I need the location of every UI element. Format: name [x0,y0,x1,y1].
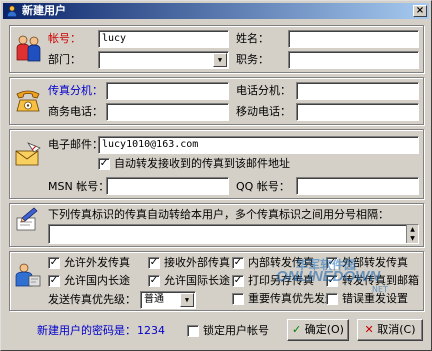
email-field[interactable]: lucy1010@163.com [98,136,419,154]
ok-button-label: 确定(O) [304,323,344,336]
telephone-icon [16,90,40,112]
lock-account-label: 锁定用户帐号 [203,324,269,337]
qq-field[interactable] [296,177,419,195]
password-value: 1234 [137,324,165,337]
account-field[interactable]: lucy [98,30,229,48]
priority-value: 普通 [144,294,164,305]
cancel-button[interactable]: ✕ 取消(C) [357,319,423,341]
error-resend-checkbox[interactable] [326,293,338,305]
pencil-icon [16,207,38,231]
new-user-dialog: 新建用户 × 帐号： lucy 姓名： 部门： ▼ 职务： 传真分机： 电话分机… [0,0,432,351]
business-phone-field[interactable] [106,103,229,121]
important-priority-checkbox[interactable] [232,293,244,305]
mobile-label: 移动电话： [236,105,291,118]
name-field[interactable] [288,30,419,48]
title-bar[interactable]: 新建用户 × [3,3,429,19]
position-field[interactable] [288,51,419,69]
close-icon: ✕ [364,323,374,336]
email-label: 电子邮件： [48,138,103,151]
email-group: 电子邮件： lucy1010@163.com ✓ 自动转发接收到的传真到该邮件地… [9,129,424,199]
perm-label-6: 允许国际长途 [164,274,230,287]
close-button[interactable]: × [413,5,427,17]
chevron-down-icon[interactable]: ▼ [213,53,227,67]
perm-label-4: 外部转发传真 [342,256,408,269]
dept-label: 部门： [48,53,81,66]
users-icon [16,35,41,62]
window-title: 新建用户 [22,4,66,17]
lock-account-checkbox[interactable] [187,325,199,337]
perm-checkbox-8[interactable]: ✓ [326,275,338,287]
perm-checkbox-1[interactable]: ✓ [48,257,60,269]
cancel-button-label: 取消(C) [377,323,416,336]
permissions-group: ✓ 允许外发传真 ✓ 接收外部传真 ✓ 内部转发传真 ✓ 外部转发传真 ✓ 允许… [9,251,424,311]
perm-label-3: 内部转发传真 [248,256,314,269]
fax-ext-field[interactable] [106,82,229,100]
qq-label: QQ 帐号： [236,180,290,193]
check-icon: ✓ [292,323,302,336]
scroll-down-icon[interactable]: ▼ [407,234,418,243]
position-label: 职务： [236,53,269,66]
perm-checkbox-6[interactable]: ✓ [148,275,160,287]
mobile-field[interactable] [296,103,419,121]
password-label: 新建用户的密码是： [37,324,136,337]
business-phone-label: 商务电话： [48,105,103,118]
priority-select[interactable]: 普通 ▼ [140,291,196,309]
perm-checkbox-4[interactable]: ✓ [326,257,338,269]
perm-checkbox-5[interactable]: ✓ [48,275,60,287]
perm-checkbox-2[interactable]: ✓ [148,257,160,269]
perm-label-2: 接收外部传真 [164,256,230,269]
fax-tags-field[interactable] [48,224,419,244]
account-label: 帐号： [48,32,81,45]
tel-ext-label: 电话分机： [236,84,291,97]
fax-tags-group: 下列传真标识的传真自动转给本用户，多个传真标识之间用分号相隔： ▲ ▼ [9,203,424,247]
ok-button[interactable]: ✓ 确定(O) [287,319,349,341]
tel-ext-field[interactable] [296,82,419,100]
important-priority-label: 重要传真优先发送 [248,292,336,305]
priority-label: 发送传真优先级： [48,293,136,306]
fax-ext-label: 传真分机： [48,84,103,97]
email-icon [15,142,41,166]
user-icon [7,5,17,17]
auto-forward-label: 自动转发接收到的传真到该邮件地址 [114,157,290,170]
msn-field[interactable] [106,177,229,195]
error-resend-label: 错误重发设置 [342,292,408,305]
chevron-down-icon[interactable]: ▼ [180,293,194,307]
perm-checkbox-3[interactable]: ✓ [232,257,244,269]
perm-label-5: 允许国内长途 [64,274,130,287]
scroll-up-icon[interactable]: ▲ [407,225,418,234]
phone-group: 传真分机： 电话分机： 商务电话： 移动电话： [9,77,424,125]
fax-tags-description: 下列传真标识的传真自动转给本用户，多个传真标识之间用分号相隔： [48,208,389,221]
perm-checkbox-7[interactable]: ✓ [232,275,244,287]
auto-forward-checkbox[interactable]: ✓ [98,158,110,170]
settings-user-icon [15,263,41,287]
fax-tags-scrollbar[interactable]: ▲ ▼ [406,225,418,243]
perm-label-8: 转发传真到邮箱 [342,274,419,287]
perm-label-7: 打印另存传真 [248,274,314,287]
name-label: 姓名： [236,32,269,45]
msn-label: MSN 帐号： [48,180,110,193]
dept-combo[interactable]: ▼ [98,51,229,69]
perm-label-1: 允许外发传真 [64,256,130,269]
basic-info-group: 帐号： lucy 姓名： 部门： ▼ 职务： [9,25,424,73]
